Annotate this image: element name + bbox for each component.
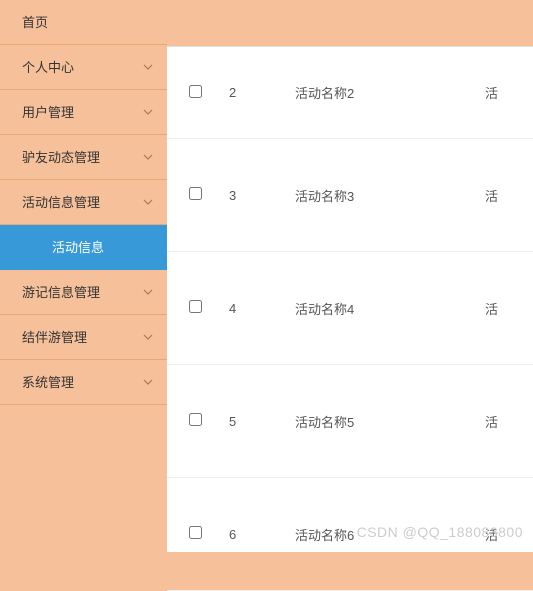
nav-user-management[interactable]: 用户管理 — [0, 90, 167, 135]
nav-personal-center[interactable]: 个人中心 — [0, 45, 167, 90]
chevron-down-icon — [143, 154, 153, 160]
nav-label: 用户管理 — [22, 105, 74, 120]
row-name: 活动名称5 — [295, 412, 445, 431]
nav-system-management[interactable]: 系统管理 — [0, 360, 167, 405]
table-row: 3 活动名称3 活 — [167, 139, 533, 252]
nav-label: 活动信息 — [52, 240, 104, 255]
nav-label: 游记信息管理 — [22, 285, 100, 300]
row-checkbox[interactable] — [189, 300, 202, 313]
chevron-down-icon — [143, 64, 153, 70]
chevron-down-icon — [143, 199, 153, 205]
row-extra: 活 — [445, 412, 533, 431]
nav-label: 系统管理 — [22, 375, 74, 390]
sidebar: 首页 个人中心 用户管理 驴友动态管理 活动信息管理 活动信息 游记信息管理 结… — [0, 0, 167, 552]
nav-home[interactable]: 首页 — [0, 0, 167, 45]
row-number: 6 — [223, 527, 295, 542]
row-checkbox[interactable] — [189, 187, 202, 200]
table-row: 2 活动名称2 活 — [167, 47, 533, 139]
table-row: 6 活动名称6 活 — [167, 478, 533, 591]
row-checkbox[interactable] — [189, 85, 202, 98]
nav-label: 结伴游管理 — [22, 330, 87, 345]
chevron-down-icon — [143, 289, 153, 295]
activity-table: 2 活动名称2 活 3 活动名称3 活 4 活动名称4 活 5 活动名称5 活 — [167, 47, 533, 591]
nav-label: 首页 — [22, 15, 48, 30]
row-extra: 活 — [445, 83, 533, 102]
table-row: 4 活动名称4 活 — [167, 252, 533, 365]
nav-label: 个人中心 — [22, 60, 74, 75]
chevron-down-icon — [143, 379, 153, 385]
row-number: 5 — [223, 414, 295, 429]
chevron-down-icon — [143, 109, 153, 115]
row-checkbox[interactable] — [189, 526, 202, 539]
row-name: 活动名称6 — [295, 525, 445, 544]
main-content: 2 活动名称2 活 3 活动名称3 活 4 活动名称4 活 5 活动名称5 活 — [167, 46, 533, 552]
nav-dynamic-management[interactable]: 驴友动态管理 — [0, 135, 167, 180]
row-extra: 活 — [445, 186, 533, 205]
row-number: 4 — [223, 301, 295, 316]
nav-activity-info[interactable]: 活动信息 — [0, 225, 167, 270]
row-extra: 活 — [445, 525, 533, 544]
nav-activity-info-management[interactable]: 活动信息管理 — [0, 180, 167, 225]
table-row: 5 活动名称5 活 — [167, 365, 533, 478]
row-checkbox[interactable] — [189, 413, 202, 426]
chevron-down-icon — [143, 334, 153, 340]
nav-companion-management[interactable]: 结伴游管理 — [0, 315, 167, 360]
nav-label: 驴友动态管理 — [22, 150, 100, 165]
row-name: 活动名称3 — [295, 186, 445, 205]
row-name: 活动名称2 — [295, 83, 445, 102]
row-number: 3 — [223, 188, 295, 203]
row-name: 活动名称4 — [295, 299, 445, 318]
row-extra: 活 — [445, 299, 533, 318]
nav-travel-notes-management[interactable]: 游记信息管理 — [0, 270, 167, 315]
row-number: 2 — [223, 85, 295, 100]
nav-label: 活动信息管理 — [22, 195, 100, 210]
